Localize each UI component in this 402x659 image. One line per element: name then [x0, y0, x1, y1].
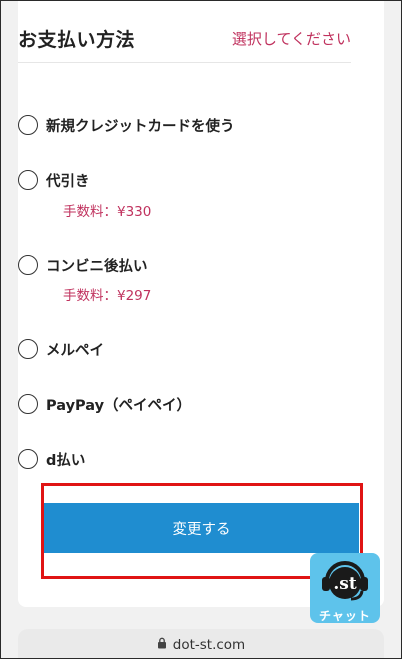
headset-chat-icon: .st [317, 557, 373, 607]
option-cash-on-delivery[interactable]: 代引き [18, 167, 338, 193]
option-label: PayPay（ペイペイ） [46, 397, 192, 414]
option-label: コンビニ後払い [46, 258, 148, 275]
browser-address-bar[interactable]: dot-st.com [18, 625, 384, 658]
option-label: 新規クレジットカードを使う [46, 118, 235, 135]
chat-button[interactable]: .st チャット [310, 553, 380, 623]
option-convenience-store-deferred[interactable]: コンビニ後払い [18, 252, 338, 278]
option-label: d払い [46, 452, 86, 469]
option-merpay[interactable]: メルペイ [18, 336, 338, 362]
option-label: 代引き [46, 173, 90, 190]
option-new-credit-card[interactable]: 新規クレジットカードを使う [18, 112, 338, 138]
option-d-barai[interactable]: d払い [18, 446, 338, 472]
select-prompt: 選択してください [231, 30, 351, 48]
change-button[interactable]: 変更する [44, 503, 359, 553]
chat-label: チャット [319, 609, 371, 623]
radio-button[interactable] [18, 339, 38, 359]
address-display[interactable]: dot-st.com [18, 637, 384, 653]
screen: お支払い方法 選択してください 新規クレジットカードを使う 代引き 手数料：¥3… [0, 0, 402, 659]
radio-button[interactable] [18, 394, 38, 414]
page-title: お支払い方法 [18, 29, 136, 51]
url-text: dot-st.com [172, 637, 246, 653]
payment-method-header: お支払い方法 選択してください [18, 25, 351, 63]
cash-on-delivery-fee: 手数料：¥330 [63, 204, 152, 220]
radio-button[interactable] [18, 115, 38, 135]
lock-icon [157, 637, 167, 653]
convenience-store-fee: 手数料：¥297 [63, 288, 152, 304]
radio-button[interactable] [18, 170, 38, 190]
svg-text:.st: .st [333, 574, 356, 594]
radio-button[interactable] [18, 255, 38, 275]
option-paypay[interactable]: PayPay（ペイペイ） [18, 391, 338, 417]
radio-button[interactable] [18, 449, 38, 469]
option-label: メルペイ [46, 342, 104, 359]
